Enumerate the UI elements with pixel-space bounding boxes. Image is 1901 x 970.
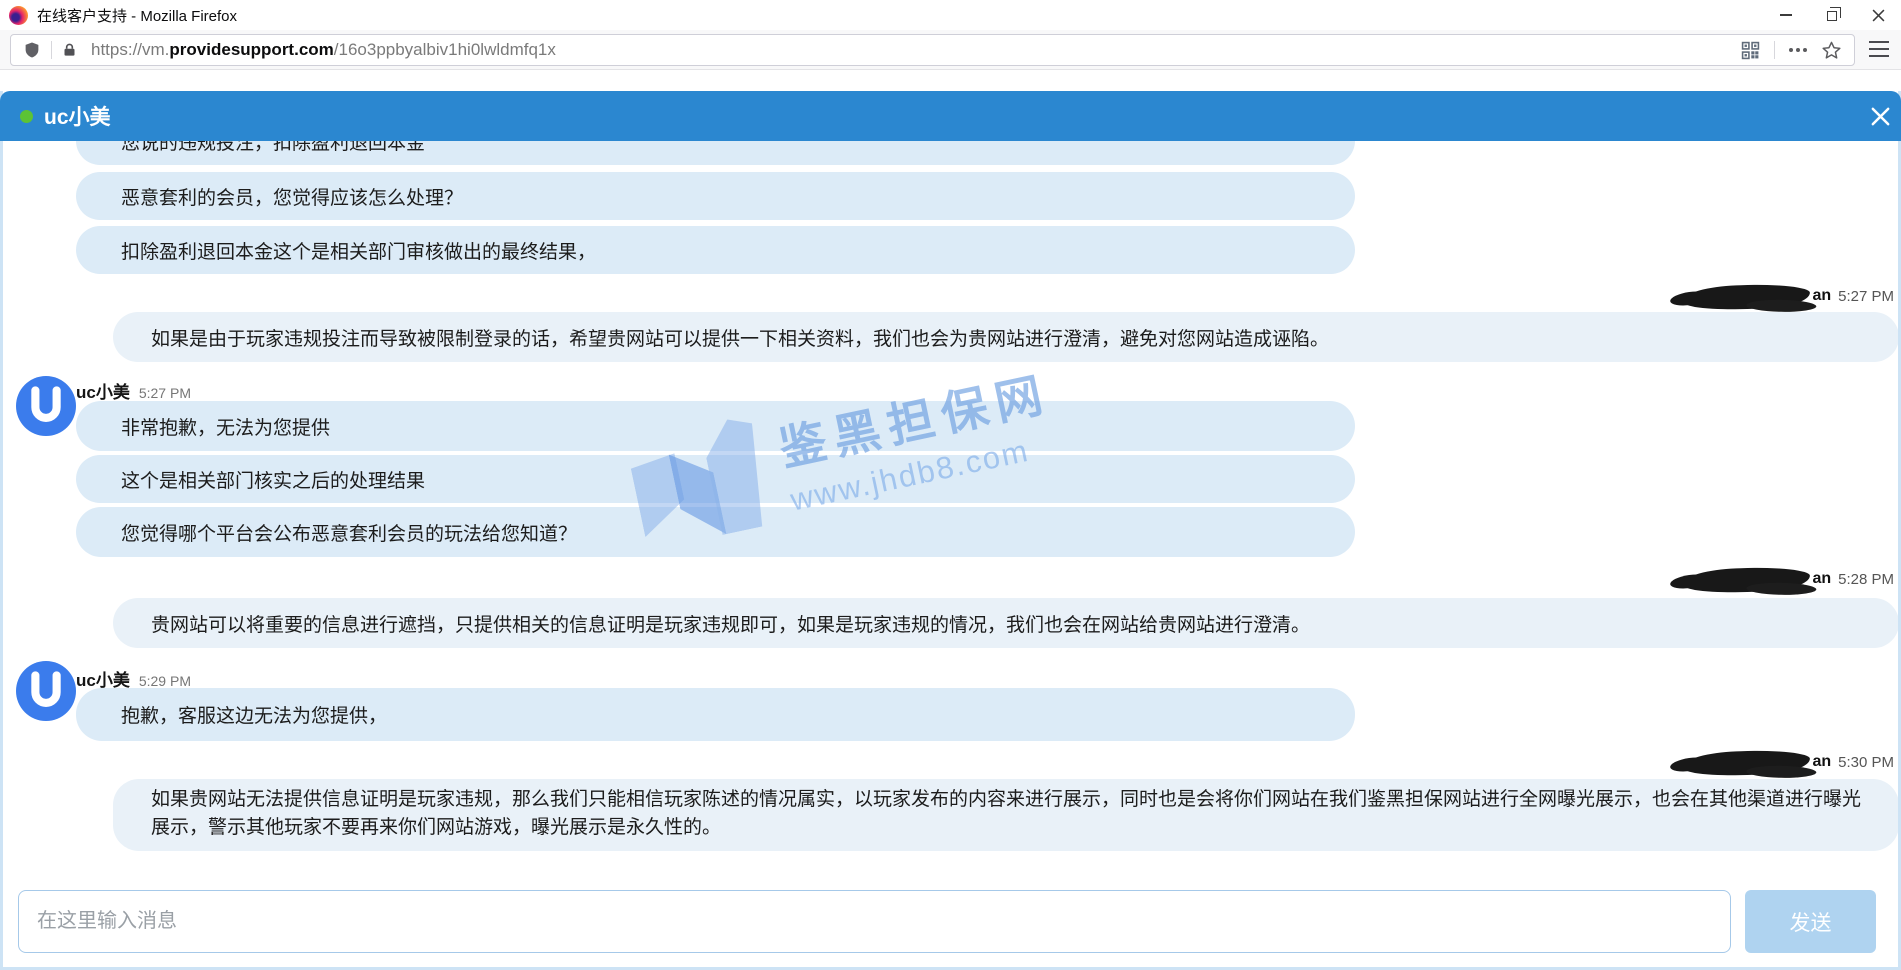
url-path: /16o3ppbyalbiv1hi0lwldmfq1x: [334, 40, 556, 59]
agent-message-bubble: 扣除盈利退回本金这个是相关部门审核做出的最终结果，: [76, 226, 1355, 274]
chat-header-agent-name: uc小美: [44, 101, 111, 131]
agent-avatar: [16, 661, 76, 721]
visitor-message-bubble: 如果是由于玩家违规投注而导致被限制登录的话，希望贵网站可以提供一下相关资料，我们…: [113, 312, 1898, 362]
firefox-window: 在线客户支持 - Mozilla Firefox https://vm.prov…: [0, 0, 1901, 970]
qr-highlight-icon[interactable]: [1741, 41, 1760, 60]
agent-message-bubble: 非常抱歉，无法为您提供: [76, 401, 1355, 451]
agent-message-bubble: 抱歉，客服这边无法为您提供，: [76, 688, 1355, 741]
restore-button[interactable]: [1809, 0, 1855, 30]
minimize-icon: [1780, 14, 1792, 16]
agent-message-bubble: 您说的违规投注，扣除盈利退回本金: [76, 141, 1355, 165]
visitor-timestamp: 5:30 PM: [1838, 754, 1894, 771]
visitor-timestamp: 5:28 PM: [1838, 571, 1894, 588]
chat-widget: uc小美 您说的违规投注，扣除盈利退回本金恶意套利的会员，您觉得应该怎么处理？ 扣…: [0, 91, 1901, 970]
redacted-name-scribble: [1684, 566, 1811, 594]
agent-message-bubble: 这个是相关部门核实之后的处理结果: [76, 455, 1355, 503]
redacted-name-scribble: [1684, 749, 1811, 777]
visitor-message-bubble: 如果贵网站无法提供信息证明是玩家违规，那么我们只能相信玩家陈述的情况属实，以玩家…: [113, 779, 1898, 851]
url-domain: providesupport.com: [169, 40, 333, 59]
agent-name: uc小美: [76, 378, 130, 403]
navigation-toolbar: https://vm.providesupport.com/16o3ppbyal…: [0, 30, 1901, 70]
lock-icon[interactable]: [62, 41, 77, 59]
redacted-name-scribble: [1684, 283, 1811, 311]
page-actions-icon[interactable]: [1789, 48, 1807, 52]
visitor-timestamp: 5:27 PM: [1838, 288, 1894, 305]
visitor-meta: an 5:27 PM: [3, 282, 1898, 310]
visitor-message-bubble: 贵网站可以将重要的信息进行遮挡，只提供相关的信息证明是玩家违规即可，如果是玩家违…: [113, 598, 1898, 648]
composer: 发送: [3, 890, 1898, 953]
chat-close-button[interactable]: [1868, 104, 1892, 128]
urlbar-separator: [51, 41, 52, 59]
agent-meta: uc小美5:29 PM: [76, 666, 1898, 688]
minimize-button[interactable]: [1763, 0, 1809, 30]
url-scheme: https://vm.: [91, 40, 169, 59]
message-input[interactable]: [18, 890, 1731, 953]
close-icon: [1872, 9, 1885, 22]
url-bar[interactable]: https://vm.providesupport.com/16o3ppbyal…: [10, 34, 1855, 66]
chat-message-list[interactable]: 您说的违规投注，扣除盈利退回本金恶意套利的会员，您觉得应该怎么处理？ 扣除盈利退回…: [3, 141, 1898, 890]
tracking-shield-icon[interactable]: [23, 40, 41, 60]
restore-icon: [1827, 11, 1837, 21]
titlebar: 在线客户支持 - Mozilla Firefox: [0, 0, 1901, 30]
visitor-name-tail: an: [1812, 570, 1831, 588]
close-icon: [1869, 105, 1892, 128]
agent-avatar: [16, 376, 76, 436]
window-controls: [1763, 0, 1901, 30]
visitor-name-tail: an: [1812, 753, 1831, 771]
agent-message-bubble: 您觉得哪个平台会公布恶意套利会员的玩法给您知道？: [76, 507, 1355, 557]
firefox-logo-icon: [9, 6, 28, 25]
visitor-meta: an 5:28 PM: [3, 565, 1898, 593]
menu-hamburger-icon[interactable]: [1869, 41, 1889, 57]
urlbar-separator-right: [1774, 41, 1775, 59]
agent-meta: uc小美 5:27 PM: [76, 378, 1898, 400]
chat-header: uc小美: [0, 91, 1901, 141]
agent-message-bubble: 恶意套利的会员，您觉得应该怎么处理？: [76, 172, 1355, 220]
agent-timestamp: 5:29 PM: [139, 673, 191, 689]
send-button[interactable]: 发送: [1745, 890, 1876, 953]
visitor-meta: an 5:30 PM: [3, 748, 1898, 776]
online-status-dot: [20, 110, 33, 123]
bookmark-star-icon[interactable]: [1821, 40, 1842, 61]
visitor-name-tail: an: [1812, 287, 1831, 305]
close-window-button[interactable]: [1855, 0, 1901, 30]
agent-timestamp: 5:27 PM: [139, 385, 191, 401]
url-text: https://vm.providesupport.com/16o3ppbyal…: [91, 40, 556, 60]
window-title: 在线客户支持 - Mozilla Firefox: [37, 5, 237, 26]
